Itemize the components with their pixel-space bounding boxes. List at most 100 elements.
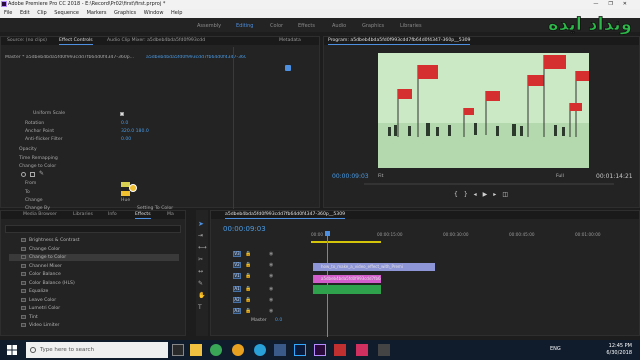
track-mute-icon[interactable]: ◉: [269, 286, 273, 292]
recorder-icon[interactable]: [334, 344, 346, 356]
ellipse-mask-icon[interactable]: [21, 172, 26, 177]
play-icon[interactable]: ▶: [483, 191, 494, 198]
workspace-editing[interactable]: Editing: [236, 23, 253, 29]
pen-mask-icon[interactable]: ✎: [39, 171, 45, 177]
effect-item[interactable]: Tint: [21, 314, 38, 321]
track-lock-icon[interactable]: 🔒: [245, 308, 251, 314]
effect-item[interactable]: Color Balance: [21, 271, 61, 278]
photoshop-icon[interactable]: [294, 344, 306, 356]
workspace-audio[interactable]: Audio: [332, 23, 346, 29]
time-ruler[interactable]: 00:00 00:00:15:00 00:00:30:00 00:00:45:00 00…: [311, 231, 631, 241]
effect-item[interactable]: Change to Color: [9, 254, 179, 261]
menu-markers[interactable]: Markers: [87, 10, 107, 16]
app-icon[interactable]: [356, 344, 368, 356]
chrome-icon[interactable]: [210, 344, 222, 356]
track-lock-icon[interactable]: 🔒: [245, 262, 251, 268]
mark-in-icon[interactable]: {: [454, 191, 464, 198]
rotation-value[interactable]: 0.0: [121, 121, 128, 127]
taskbar-search-input[interactable]: Type here to search: [26, 342, 168, 358]
transport-controls[interactable]: {}◂▶▸◫: [454, 191, 554, 201]
telegram-icon[interactable]: [254, 344, 266, 356]
track-lock-icon[interactable]: 🔒: [245, 297, 251, 303]
effect-item[interactable]: Color Balance (HLS): [21, 280, 75, 287]
track-lock-icon[interactable]: 🔒: [245, 286, 251, 292]
workspace-color[interactable]: Color: [270, 23, 283, 29]
tab-effects[interactable]: Effects: [135, 212, 151, 219]
effect-item[interactable]: Equalize: [21, 288, 48, 295]
timeline-timecode[interactable]: 00:00:09:03: [223, 225, 266, 233]
tab-markers[interactable]: Ma: [167, 212, 174, 217]
firefox-icon[interactable]: [232, 344, 244, 356]
workspace-libraries[interactable]: Libraries: [400, 23, 422, 29]
language-indicator[interactable]: ENG: [550, 346, 561, 352]
menu-window[interactable]: Window: [144, 10, 164, 16]
media-player-icon[interactable]: [274, 344, 286, 356]
maximize-button[interactable]: ❐: [608, 1, 622, 7]
taskbar-clock[interactable]: 12:45 PM 6/30/2018: [606, 343, 632, 357]
track-select-tool-icon[interactable]: ⇥: [198, 232, 203, 239]
playhead-marker-icon[interactable]: [285, 65, 291, 71]
menu-clip[interactable]: Clip: [37, 10, 46, 16]
minimize-button[interactable]: —: [593, 1, 608, 7]
tab-audio-clip-mixer[interactable]: Audio Clip Mixer: a5dbeb4bda5fd0f993cdd: [107, 38, 205, 43]
track-target-v2[interactable]: V2: [233, 262, 241, 268]
program-scrub-bar[interactable]: [364, 183, 614, 185]
track-mute-icon[interactable]: ◉: [269, 297, 273, 303]
windows-start-icon[interactable]: [7, 345, 17, 355]
track-mute-icon[interactable]: ◉: [269, 308, 273, 314]
hand-tool-icon[interactable]: ✋: [198, 292, 205, 299]
menu-edit[interactable]: Edit: [20, 10, 30, 16]
premiere-icon[interactable]: [314, 344, 326, 356]
track-lock-icon[interactable]: 🔒: [245, 273, 251, 279]
program-timecode[interactable]: 00:00:09:03: [332, 173, 369, 180]
menu-help[interactable]: Help: [171, 10, 182, 16]
resolution-dropdown[interactable]: Full: [556, 174, 564, 179]
track-visibility-icon[interactable]: ◉: [269, 251, 273, 257]
anti-flicker-value[interactable]: 0.00: [121, 137, 131, 143]
selection-tool-icon[interactable]: ➤: [198, 220, 204, 228]
tab-media-browser[interactable]: Media Browser: [23, 212, 57, 217]
track-visibility-icon[interactable]: ◉: [269, 262, 273, 268]
master-clip-label[interactable]: Master * a5dbeb4bda5fd0f993cdd7fb64d0f43…: [5, 55, 145, 61]
uniform-scale-checkbox[interactable]: [120, 112, 124, 116]
ripple-edit-tool-icon[interactable]: ⟷: [198, 244, 207, 251]
workspace-effects[interactable]: Effects: [298, 23, 315, 29]
fit-dropdown[interactable]: Fit: [378, 174, 383, 179]
close-button[interactable]: ✕: [623, 1, 637, 7]
tab-metadata[interactable]: Metadata: [279, 38, 301, 43]
folder-icon[interactable]: [378, 344, 390, 356]
export-frame-icon[interactable]: ◫: [502, 191, 514, 198]
track-target-v1[interactable]: V1: [233, 273, 241, 279]
tab-effect-controls[interactable]: Effect Controls: [59, 38, 93, 45]
tab-libraries[interactable]: Libraries: [73, 212, 93, 217]
opacity-label[interactable]: Opacity: [19, 147, 37, 153]
time-remapping-label[interactable]: Time Remapping: [19, 156, 58, 162]
track-target-a3[interactable]: A3: [233, 308, 241, 314]
tab-source[interactable]: Source: (no clips): [7, 38, 47, 43]
tab-sequence[interactable]: a5dbeb4bda5fd0f993cdd7fb64d0f4347-360p__…: [225, 212, 346, 219]
mark-out-icon[interactable]: }: [464, 191, 474, 198]
track-target-v3[interactable]: V3: [233, 251, 241, 257]
menu-file[interactable]: File: [4, 10, 12, 16]
step-forward-icon[interactable]: ▸: [493, 191, 502, 198]
to-color-swatch[interactable]: [121, 191, 130, 196]
file-explorer-icon[interactable]: [190, 344, 202, 356]
clip-name-label[interactable]: a5dbeb4bda5fd0f993cdd7fb64d0f4347-360p_5…: [146, 55, 246, 61]
rectangle-mask-icon[interactable]: [30, 172, 35, 177]
track-visibility-icon[interactable]: ◉: [269, 273, 273, 279]
menu-graphics[interactable]: Graphics: [114, 10, 136, 16]
pen-tool-icon[interactable]: ✎: [198, 280, 203, 287]
track-target-a1[interactable]: A1: [233, 286, 241, 292]
effect-item[interactable]: Leave Color: [21, 297, 56, 304]
workspace-graphics[interactable]: Graphics: [362, 23, 384, 29]
effect-item[interactable]: Change Color: [21, 246, 60, 253]
task-view-icon[interactable]: [172, 344, 184, 356]
change-to-color-label[interactable]: Change to Color: [19, 164, 56, 170]
clip-v1[interactable]: a5dbeb4bda5fd0f993cdd7fb64d0f4347-360p: [313, 275, 381, 283]
clip-a1[interactable]: [313, 285, 381, 294]
menu-sequence[interactable]: Sequence: [54, 10, 79, 16]
workspace-assembly[interactable]: Assembly: [197, 23, 221, 29]
step-back-icon[interactable]: ◂: [474, 191, 483, 198]
timeline-playhead[interactable]: [327, 231, 328, 337]
clip-v2[interactable]: how_to_make_a_video_effect_with_Premi: [313, 263, 435, 271]
